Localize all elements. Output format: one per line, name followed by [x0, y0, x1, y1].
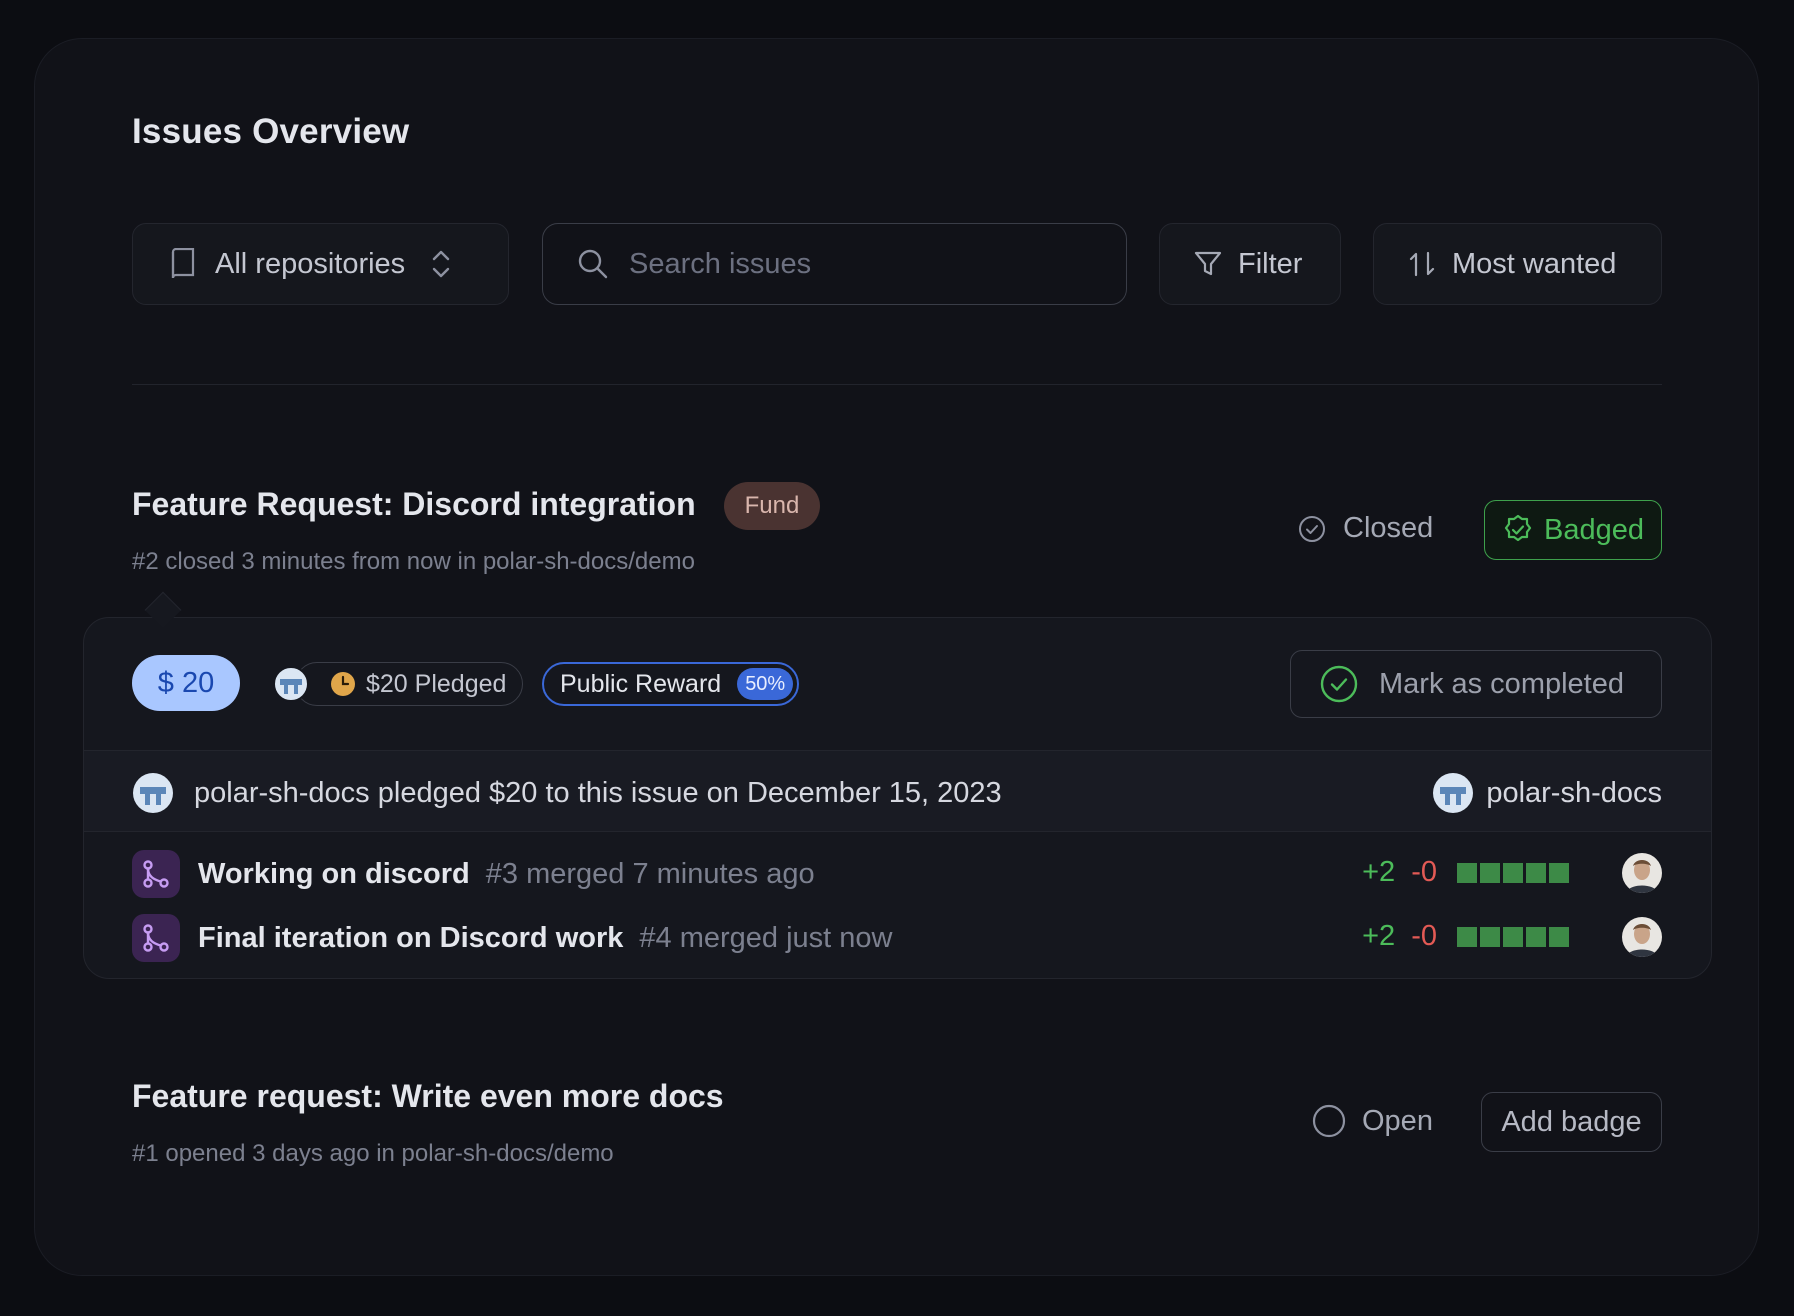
public-reward-label: Public Reward — [560, 669, 722, 698]
page-title: Issues Overview — [132, 112, 410, 151]
check-circle-icon — [1320, 665, 1358, 703]
circle-icon — [1312, 1104, 1346, 1138]
search-input[interactable] — [629, 247, 1069, 281]
chevron-up-down-icon — [432, 250, 450, 278]
issue-meta: #1 opened 3 days ago in polar-sh-docs/de… — [132, 1140, 614, 1167]
additions-count: +2 — [1362, 856, 1396, 888]
toolbar-divider — [132, 384, 1662, 385]
badge-check-icon — [1504, 514, 1532, 542]
badged-button[interactable]: Badged — [1484, 500, 1662, 560]
deletions-count: -0 — [1411, 856, 1437, 888]
search-box[interactable] — [542, 223, 1127, 305]
search-icon — [578, 249, 608, 279]
repository-select[interactable]: All repositories — [132, 223, 509, 305]
funnel-icon — [1194, 251, 1222, 276]
pledged-chip[interactable]: $20 Pledged — [295, 662, 524, 706]
issue-status-label: Closed — [1343, 512, 1434, 544]
check-circle-icon — [1299, 515, 1325, 542]
deletions-count: -0 — [1411, 920, 1437, 952]
clock-icon — [331, 672, 355, 696]
reward-percentage: 50% — [737, 668, 794, 700]
pledge-description: polar-sh-docs pledged $20 to this issue … — [132, 772, 1002, 814]
issue-status-label: Open — [1362, 1104, 1433, 1137]
repository-select-label: All repositories — [215, 247, 406, 280]
mark-completed-button[interactable]: Mark as completed — [1290, 650, 1662, 718]
add-badge-button[interactable]: Add badge — [1481, 1092, 1662, 1152]
git-merge-icon — [132, 914, 180, 962]
book-icon — [171, 248, 195, 279]
pledger-link[interactable]: polar-sh-docs — [1432, 772, 1662, 814]
pull-request-row[interactable]: Final iteration on Discord work #4 merge… — [132, 914, 892, 962]
funding-amount: $ 20 — [132, 655, 240, 711]
public-reward-chip[interactable]: Public Reward 50% — [542, 662, 800, 706]
sort-label: Most wanted — [1452, 247, 1617, 280]
pledged-label: $20 Pledged — [366, 669, 507, 698]
pledger-name: polar-sh-docs — [1486, 776, 1662, 809]
org-avatar — [133, 773, 173, 813]
filter-button[interactable]: Filter — [1159, 223, 1341, 305]
sort-arrows-icon — [1409, 251, 1435, 277]
issue-title[interactable]: Feature Request: Discord integration — [132, 486, 696, 523]
pull-request-title: Final iteration on Discord work — [198, 921, 624, 954]
fund-badge[interactable]: Fund — [724, 482, 820, 530]
diff-blocks — [1457, 926, 1572, 947]
issue-meta: #2 closed 3 minutes from now in polar-sh… — [132, 548, 695, 575]
author-avatar — [1622, 917, 1662, 957]
diff-stats: +2 -0 — [1362, 920, 1572, 953]
pull-request-row[interactable]: Working on discord #3 merged 7 minutes a… — [132, 850, 815, 898]
author-avatar — [1622, 853, 1662, 893]
pledge-text: polar-sh-docs pledged $20 to this issue … — [194, 776, 1002, 809]
diff-blocks — [1457, 862, 1572, 883]
issue-title[interactable]: Feature request: Write even more docs — [132, 1078, 724, 1115]
filter-label: Filter — [1238, 247, 1303, 280]
git-merge-icon — [132, 850, 180, 898]
badged-label: Badged — [1544, 513, 1644, 546]
issue-status-closed: Closed — [1297, 512, 1433, 545]
pull-request-title: Working on discord — [198, 857, 470, 890]
pull-request-meta: #4 merged just now — [639, 921, 893, 954]
issue-status-open: Open — [1312, 1104, 1433, 1138]
pledger-avatar — [273, 666, 309, 702]
org-avatar — [1433, 773, 1474, 813]
pull-request-meta: #3 merged 7 minutes ago — [485, 857, 815, 890]
diff-stats: +2 -0 — [1362, 856, 1572, 889]
sort-button[interactable]: Most wanted — [1373, 223, 1662, 305]
additions-count: +2 — [1362, 920, 1396, 952]
mark-completed-label: Mark as completed — [1379, 667, 1624, 700]
